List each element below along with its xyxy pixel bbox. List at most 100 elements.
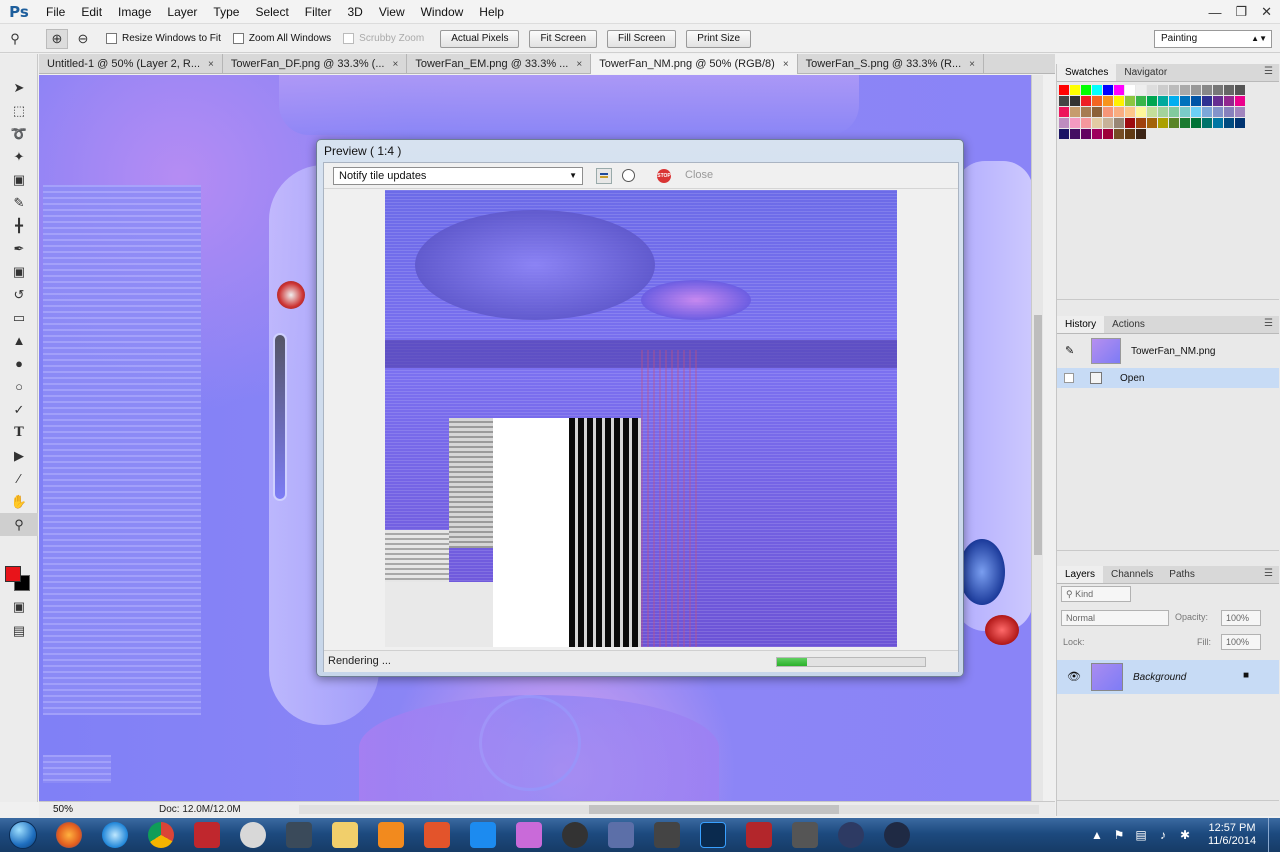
tile-update-select[interactable]: Notify tile updates ▼ bbox=[333, 167, 583, 185]
color-swatch[interactable] bbox=[1191, 118, 1201, 128]
color-swatch[interactable] bbox=[1103, 85, 1113, 95]
menu-filter[interactable]: Filter bbox=[297, 0, 340, 24]
taskbar-app[interactable] bbox=[552, 818, 598, 852]
dodge-tool-icon[interactable]: ○ bbox=[0, 375, 38, 398]
tray-expand-icon[interactable]: ▲ bbox=[1086, 828, 1108, 842]
color-swatch[interactable] bbox=[1169, 118, 1179, 128]
blur-tool-icon[interactable]: ● bbox=[0, 352, 38, 375]
close-button[interactable]: Close bbox=[685, 169, 713, 181]
menu-file[interactable]: File bbox=[38, 0, 73, 24]
flag-icon[interactable] bbox=[596, 168, 612, 184]
doc-tab[interactable]: TowerFan_EM.png @ 33.3% ... × bbox=[407, 54, 592, 74]
color-swatch[interactable] bbox=[1169, 107, 1179, 117]
doc-tab[interactable]: TowerFan_S.png @ 33.3% (R... × bbox=[798, 54, 984, 74]
color-swatch[interactable] bbox=[1158, 96, 1168, 106]
color-swatch[interactable] bbox=[1158, 85, 1168, 95]
color-swatch[interactable] bbox=[1136, 118, 1146, 128]
taskbar-chrome[interactable] bbox=[138, 818, 184, 852]
color-swatch[interactable] bbox=[1191, 96, 1201, 106]
type-tool-icon[interactable]: T bbox=[0, 421, 38, 444]
color-swatch[interactable] bbox=[1224, 96, 1234, 106]
taskbar-app[interactable] bbox=[230, 818, 276, 852]
tab-layers[interactable]: Layers bbox=[1057, 566, 1104, 583]
color-swatch[interactable] bbox=[1147, 96, 1157, 106]
taskbar-app[interactable] bbox=[782, 818, 828, 852]
layer-kind-filter[interactable]: ⚲ Kind bbox=[1061, 586, 1131, 602]
color-swatch[interactable] bbox=[1191, 85, 1201, 95]
eyedropper-tool-icon[interactable]: ✎ bbox=[0, 191, 38, 214]
circle-icon[interactable] bbox=[622, 169, 635, 182]
flag-icon[interactable]: ⚑ bbox=[1108, 828, 1130, 842]
color-swatch[interactable] bbox=[1070, 129, 1080, 139]
tray-app-icon[interactable]: ✱ bbox=[1174, 828, 1196, 842]
panel-menu-icon[interactable]: ☰ bbox=[1264, 568, 1273, 579]
doc-tab[interactable]: Untitled-1 @ 50% (Layer 2, R... × bbox=[39, 54, 223, 74]
resize-windows-checkbox[interactable]: Resize Windows to Fit bbox=[106, 33, 221, 44]
color-swatch[interactable] bbox=[1114, 107, 1124, 117]
path-select-tool-icon[interactable]: ▶ bbox=[0, 444, 38, 467]
close-tab-icon[interactable]: × bbox=[576, 55, 582, 74]
close-tab-icon[interactable]: × bbox=[392, 55, 398, 74]
color-swatch[interactable] bbox=[1081, 96, 1091, 106]
color-swatch[interactable] bbox=[1081, 129, 1091, 139]
start-button[interactable] bbox=[0, 818, 46, 852]
stop-icon[interactable]: STOP bbox=[657, 169, 671, 183]
layer-name[interactable]: Background bbox=[1133, 672, 1186, 683]
doc-tab-active[interactable]: TowerFan_NM.png @ 50% (RGB/8) × bbox=[591, 54, 798, 74]
history-source-box[interactable] bbox=[1064, 373, 1074, 383]
doc-tab[interactable]: TowerFan_DF.png @ 33.3% (... × bbox=[223, 54, 408, 74]
taskbar-dropbox[interactable] bbox=[460, 818, 506, 852]
color-swatch[interactable] bbox=[1180, 85, 1190, 95]
system-clock[interactable]: 12:57 PM 11/6/2014 bbox=[1196, 822, 1268, 848]
color-swatch[interactable] bbox=[1070, 85, 1080, 95]
taskbar-explorer[interactable] bbox=[322, 818, 368, 852]
menu-image[interactable]: Image bbox=[110, 0, 159, 24]
tab-swatches[interactable]: Swatches bbox=[1057, 64, 1117, 81]
taskbar-app[interactable] bbox=[874, 818, 920, 852]
vertical-scrollbar[interactable] bbox=[1031, 75, 1043, 801]
menu-edit[interactable]: Edit bbox=[73, 0, 110, 24]
color-swatch[interactable] bbox=[1235, 118, 1245, 128]
menu-type[interactable]: Type bbox=[205, 0, 247, 24]
taskbar-zbrush[interactable] bbox=[644, 818, 690, 852]
panel-menu-icon[interactable]: ☰ bbox=[1264, 318, 1273, 329]
color-swatch[interactable] bbox=[1136, 85, 1146, 95]
restore-icon[interactable]: ❐ bbox=[1235, 4, 1247, 20]
zoom-out-icon[interactable]: ⊖ bbox=[72, 29, 94, 49]
taskbar-ie[interactable] bbox=[92, 818, 138, 852]
quick-select-tool-icon[interactable]: ✦ bbox=[0, 145, 38, 168]
taskbar-filezilla[interactable] bbox=[184, 818, 230, 852]
color-swatch[interactable] bbox=[1235, 107, 1245, 117]
color-swatch[interactable] bbox=[1092, 118, 1102, 128]
color-swatch[interactable] bbox=[1059, 107, 1069, 117]
document-info[interactable]: Doc: 12.0M/12.0M bbox=[159, 804, 241, 815]
history-brush-tool-icon[interactable]: ↺ bbox=[0, 283, 38, 306]
taskbar-app[interactable] bbox=[414, 818, 460, 852]
color-swatch[interactable] bbox=[1114, 118, 1124, 128]
color-swatch[interactable] bbox=[1114, 129, 1124, 139]
pen-tool-icon[interactable]: ✓ bbox=[0, 398, 38, 421]
menu-help[interactable]: Help bbox=[471, 0, 512, 24]
scrollbar-thumb[interactable] bbox=[589, 805, 839, 814]
color-swatch[interactable] bbox=[1180, 96, 1190, 106]
taskbar-app[interactable] bbox=[736, 818, 782, 852]
color-swatch[interactable] bbox=[1169, 85, 1179, 95]
color-swatch[interactable] bbox=[1092, 96, 1102, 106]
history-brush-source-icon[interactable]: ✎ bbox=[1065, 344, 1074, 357]
color-swatch[interactable] bbox=[1125, 96, 1135, 106]
fit-screen-button[interactable]: Fit Screen bbox=[529, 29, 598, 48]
color-swatch[interactable] bbox=[1235, 96, 1245, 106]
color-swatch[interactable] bbox=[1103, 107, 1113, 117]
tab-channels[interactable]: Channels bbox=[1103, 566, 1161, 583]
color-swatch[interactable] bbox=[1147, 85, 1157, 95]
color-swatch[interactable] bbox=[1081, 118, 1091, 128]
quick-mask-icon[interactable]: ▣ bbox=[0, 595, 38, 618]
opacity-field[interactable]: 100% bbox=[1221, 610, 1261, 626]
color-swatch[interactable] bbox=[1169, 96, 1179, 106]
color-swatch[interactable] bbox=[1136, 129, 1146, 139]
color-swatch[interactable] bbox=[1180, 118, 1190, 128]
marquee-tool-icon[interactable]: ⬚ bbox=[0, 99, 38, 122]
color-swatch[interactable] bbox=[1125, 107, 1135, 117]
color-swatch[interactable] bbox=[1125, 129, 1135, 139]
color-swatch[interactable] bbox=[1103, 118, 1113, 128]
